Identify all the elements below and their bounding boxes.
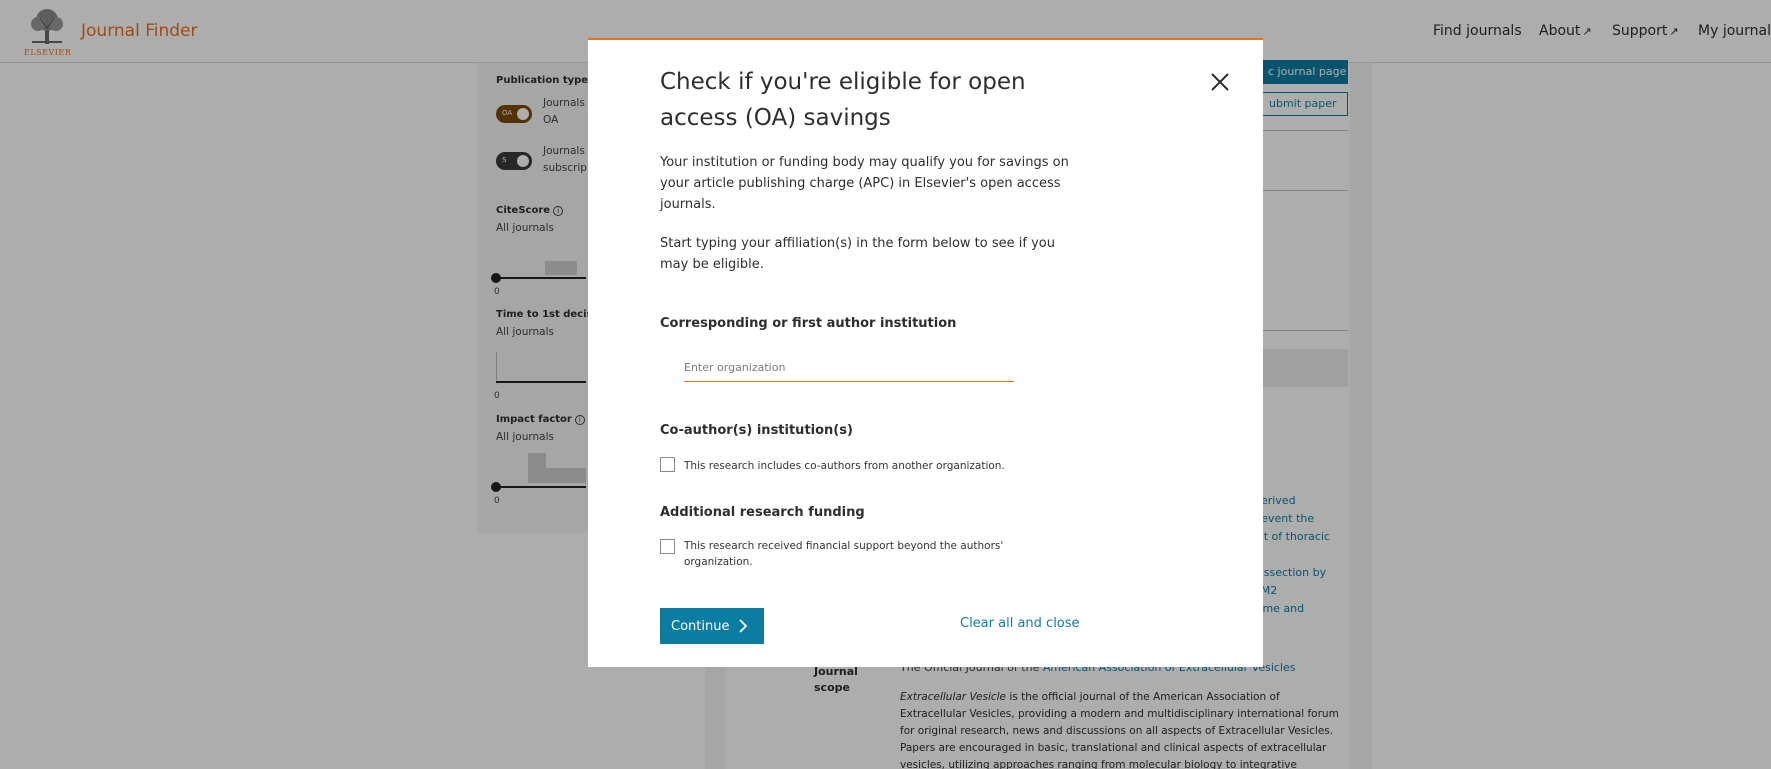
dialog-instruction: Start typing your affiliation(s) in the … [660, 236, 1055, 272]
funding-section-heading: Additional research funding [660, 505, 865, 520]
oa-eligibility-dialog: Check if you're eligible for open access… [588, 38, 1263, 667]
close-icon[interactable] [1208, 70, 1232, 94]
coauthor-checkbox[interactable] [660, 457, 675, 472]
chevron-right-icon [739, 619, 748, 633]
funding-checkbox-label[interactable]: This research received financial support… [684, 538, 1014, 570]
organization-input[interactable] [684, 354, 1014, 382]
dialog-title: Check if you're eligible for open access… [660, 69, 1026, 131]
coauthor-section-heading: Co-author(s) institution(s) [660, 423, 853, 438]
continue-button-label: Continue [671, 618, 730, 634]
funding-checkbox[interactable] [660, 539, 675, 554]
coauthor-checkbox-label[interactable]: This research includes co-authors from a… [684, 458, 1014, 474]
clear-all-close-link[interactable]: Clear all and close [960, 616, 1080, 631]
institution-section-heading: Corresponding or first author institutio… [660, 316, 957, 331]
continue-button[interactable]: Continue [660, 608, 764, 644]
dialog-intro: Your institution or funding body may qua… [660, 155, 1069, 212]
journal-finder-page: ELSEVIER Journal Finder Find journals Ab… [0, 0, 1771, 769]
